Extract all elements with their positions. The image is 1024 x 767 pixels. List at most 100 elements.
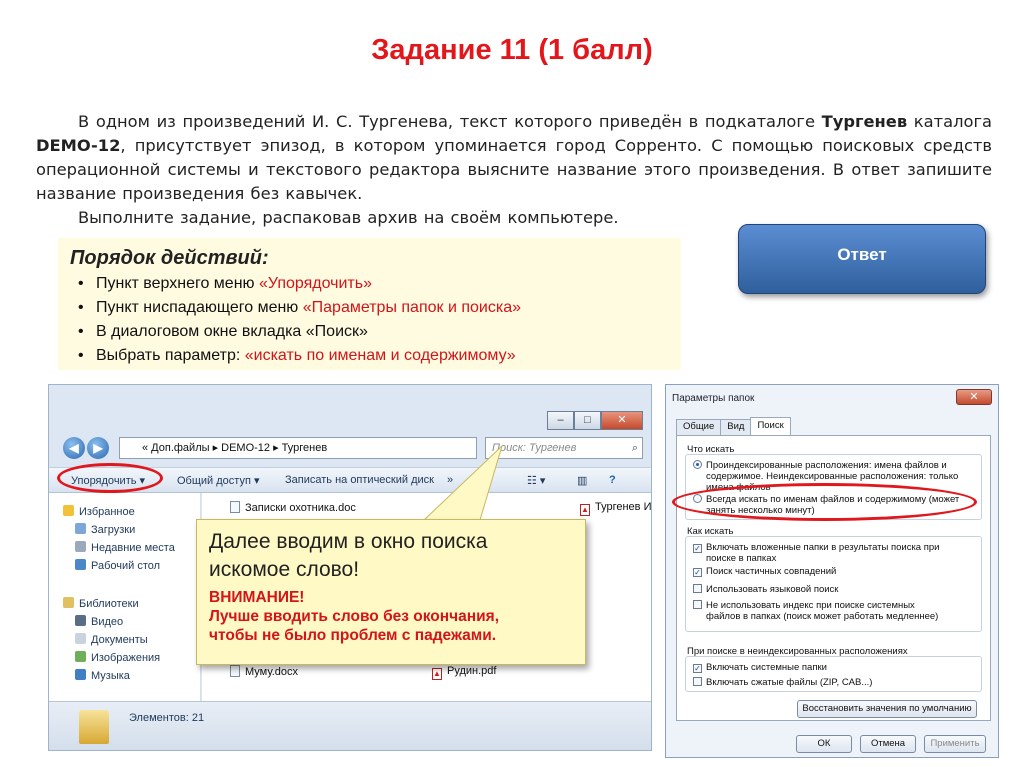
folder-options-dialog: Параметры папок ✕ Общие Вид Поиск Что ис… (665, 384, 999, 758)
option-text: Включать вложенные папки в результаты по… (706, 542, 940, 553)
star-icon (63, 505, 74, 516)
step-4: Выбрать параметр: «искать по именам и со… (70, 344, 669, 368)
callout-box: Далее вводим в окно поиска искомое слово… (196, 519, 586, 665)
nav-label: Загрузки (91, 524, 136, 536)
option-text: Включать сжатые файлы (ZIP, CAB...) (706, 677, 873, 688)
nav-music[interactable]: Музыка (75, 669, 130, 682)
task-catalog-name: DEMO-12 (36, 136, 121, 155)
nav-pictures[interactable]: Изображения (75, 651, 160, 664)
back-arrow-icon[interactable]: ◀ (63, 437, 85, 459)
desktop-icon (75, 559, 86, 570)
option-text: Проиндексированные расположения: имена ф… (706, 460, 947, 471)
option-text: Включать системные папки (706, 662, 827, 673)
checkbox-icon (693, 677, 702, 686)
file-name: Тургенев И. (595, 501, 652, 513)
close-icon[interactable]: ✕ (956, 389, 992, 405)
step-highlight: «искать по именам и содержимому» (244, 347, 516, 364)
checkbox-compressed-files[interactable]: Включать сжатые файлы (ZIP, CAB...) (693, 677, 872, 688)
checkbox-checked-icon: ✓ (693, 544, 702, 553)
highlight-ellipse-search-option (672, 483, 977, 521)
checkbox-icon (693, 584, 702, 593)
window-controls: – □ ✕ (547, 411, 643, 430)
nav-downloads[interactable]: Загрузки (75, 523, 135, 536)
option-text: содержимое. Неиндексированные расположен… (706, 471, 959, 482)
nav-video[interactable]: Видео (75, 615, 123, 628)
callout-line: искомое слово! (209, 558, 360, 581)
answer-button[interactable]: Ответ (738, 224, 986, 294)
view-options-icon[interactable]: ☷ ▾ (527, 474, 545, 487)
nav-label: Библиотеки (79, 598, 139, 610)
nav-label: Избранное (79, 506, 135, 518)
list-item[interactable]: Записки охотника.doc (230, 501, 356, 514)
task-text: В одном из произведений И. С. Тургенева,… (36, 110, 992, 230)
help-icon[interactable]: ? (609, 474, 616, 486)
checkbox-checked-icon: ✓ (693, 664, 702, 673)
nav-libraries[interactable]: Библиотеки (63, 597, 139, 610)
nav-documents[interactable]: Документы (75, 633, 148, 646)
pictures-icon (75, 651, 86, 662)
word-document-icon (230, 501, 240, 513)
nav-desktop[interactable]: Рабочий стол (75, 559, 160, 572)
item-count: Элементов: 21 (129, 712, 205, 724)
checkbox-partial-matches[interactable]: ✓ Поиск частичных совпадений (693, 566, 836, 577)
video-icon (75, 615, 86, 626)
option-text: Не использовать индекс при поиске систем… (706, 600, 915, 611)
steps-box: Порядок действий: Пункт верхнего меню «У… (58, 238, 681, 370)
music-icon (75, 669, 86, 680)
steps-list: Пункт верхнего меню «Упорядочить» Пункт … (70, 272, 669, 368)
tab-search[interactable]: Поиск (750, 417, 791, 435)
pdf-file-icon: ▲ (580, 504, 590, 516)
cancel-button[interactable]: Отмена (860, 735, 916, 753)
word-document-icon (230, 665, 240, 677)
option-text: Поиск частичных совпадений (706, 566, 837, 577)
nav-label: Рабочий стол (91, 560, 161, 572)
step-3: В диалоговом окне вкладка «Поиск» (70, 320, 669, 344)
checkbox-system-folders[interactable]: ✓ Включать системные папки (693, 662, 827, 673)
checkbox-language-search[interactable]: Использовать языковой поиск (693, 584, 838, 595)
search-icon[interactable]: ⌕ (632, 438, 638, 458)
maximize-icon[interactable]: □ (574, 411, 601, 430)
option-text: файлов в папках (поиск может работать ме… (706, 611, 939, 622)
nav-favorites[interactable]: Избранное (63, 505, 135, 518)
step-1: Пункт верхнего меню «Упорядочить» (70, 272, 669, 296)
callout-warning-line: Лучше вводить слово без окончания, (209, 608, 499, 625)
dialog-title: Параметры папок (672, 393, 755, 404)
recent-places-icon (75, 541, 86, 552)
minimize-icon[interactable]: – (547, 411, 574, 430)
page-title: Задание 11 (1 балл) (371, 34, 653, 66)
nav-recent[interactable]: Недавние места (75, 541, 175, 554)
close-icon[interactable]: ✕ (601, 411, 643, 430)
option-text: Использовать языковой поиск (706, 584, 839, 595)
step-highlight: «Упорядочить» (258, 275, 372, 292)
navigation-pane: Избранное Загрузки Недавние места Рабочи… (49, 493, 201, 701)
task-text-part: каталога (907, 112, 992, 131)
preview-pane-icon[interactable]: ▥ (577, 474, 587, 487)
list-item[interactable]: ▲ Тургенев И. (580, 501, 652, 516)
task-folder-name: Тургенев (821, 112, 908, 131)
nav-label: Недавние места (91, 542, 175, 554)
apply-button[interactable]: Применить (924, 735, 986, 753)
step-text: Пункт ниспадающего меню (96, 299, 303, 316)
checkbox-include-subfolders[interactable]: ✓ Включать вложенные папки в результаты п… (693, 542, 939, 564)
libraries-icon (63, 597, 74, 608)
tab-view[interactable]: Вид (720, 419, 752, 435)
highlight-ellipse-organize (57, 463, 163, 493)
tab-general[interactable]: Общие (676, 419, 722, 435)
ok-button[interactable]: ОК (796, 735, 852, 753)
folder-icon (79, 710, 109, 744)
task-text-part: , присутствует эпизод, в котором упомина… (36, 136, 992, 203)
forward-arrow-icon[interactable]: ▶ (87, 437, 109, 459)
checkbox-no-index[interactable]: Не использовать индекс при поиске систем… (693, 600, 938, 622)
step-text: Выбрать параметр: (96, 347, 245, 364)
step-highlight: «Параметры папок и поиска» (302, 299, 521, 316)
task-paragraph-1: В одном из произведений И. С. Тургенева,… (36, 110, 992, 206)
share-menu-button[interactable]: Общий доступ ▾ (177, 474, 259, 487)
nav-label: Видео (91, 616, 124, 628)
callout-warning-title: ВНИМАНИЕ! (209, 589, 305, 606)
downloads-folder-icon (75, 523, 86, 534)
checkbox-icon (693, 600, 702, 609)
list-item[interactable]: Муму.docx (230, 665, 298, 678)
restore-defaults-button[interactable]: Восстановить значения по умолчанию (797, 700, 977, 718)
option-text: поиске в папках (706, 553, 777, 564)
list-item[interactable]: ▲ Рудин.pdf (432, 665, 496, 680)
